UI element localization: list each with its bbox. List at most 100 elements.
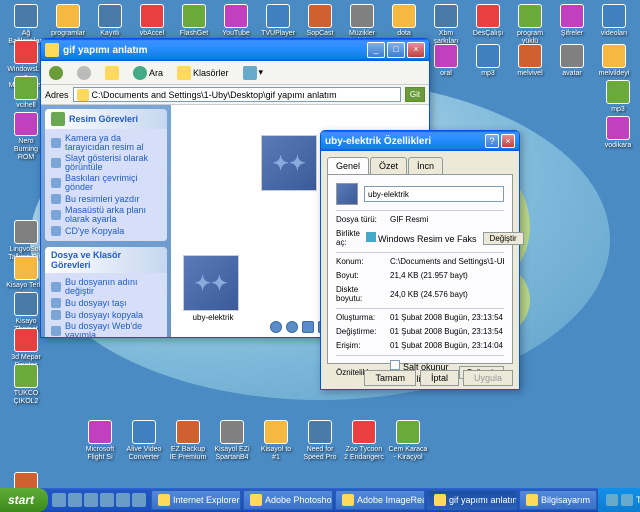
desktop-icon[interactable]: Alive Video Converter [124,420,164,462]
minimize-button[interactable]: _ [367,42,385,58]
taskbar-item[interactable]: Internet Explorer alt kul... [151,490,241,510]
icon-label: programlar [48,30,88,38]
close-button[interactable]: × [407,42,425,58]
taskbar-item[interactable]: Bilgisayarım [519,490,597,510]
tray-icon[interactable] [621,494,633,506]
task-link[interactable]: Bu dosyayı Web'de yayımla [51,321,161,337]
panel-header[interactable]: Resim Görevleri [45,109,167,129]
icon-label: SopCast [300,30,340,38]
desktop-icon[interactable]: TUKCO ÇIKOL2 [6,364,46,406]
desktop-icon[interactable]: Need for Speed Pro [300,420,340,462]
cancel-button[interactable]: İptal [420,370,459,386]
task-link[interactable]: Bu resimleri yazdır [51,193,161,205]
folders-button[interactable]: Klasörler [173,64,233,82]
icon-label: Zoo Tycoon 2 Endangerc [344,446,384,462]
desktop-icon[interactable]: TVUPlayer [258,4,298,38]
ql-icon[interactable] [68,493,82,507]
file-item[interactable]: ✦✦ uby-elektrik [183,255,243,322]
ql-icon[interactable] [84,493,98,507]
task-link[interactable]: Kamera ya da tarayıcıdan resim al [51,133,161,153]
ok-button[interactable]: Tamam [364,370,416,386]
value: C:\Documents and Settings\1-Uby\Desktop\… [390,257,504,266]
desktop-icon[interactable]: EZ Backup IE Premium [168,420,208,462]
ql-icon[interactable] [52,493,66,507]
task-icon [51,226,61,236]
app-icon [606,116,630,140]
desktop-icon[interactable]: oral [426,44,466,78]
desktop-icon[interactable]: program yüklü [510,4,550,46]
help-button[interactable]: ? [485,134,499,148]
filename-input[interactable] [364,186,504,202]
go-button[interactable]: Git [405,87,425,102]
desktop-icon[interactable]: avatar [552,44,592,78]
quick-launch [48,493,150,507]
task-link[interactable]: Slayt gösterisi olarak görüntüle [51,153,161,173]
address-input[interactable]: C:\Documents and Settings\1-Uby\Desktop\… [73,87,401,102]
back-button[interactable] [45,64,67,82]
forward-button[interactable] [73,64,95,82]
rotate-ccw-button[interactable] [302,321,314,333]
close-button[interactable]: × [501,134,515,148]
tab-icon[interactable]: İncn [408,157,443,174]
task-icon [51,210,61,220]
search-button[interactable]: Ara [129,64,167,82]
desktop-icon[interactable]: Xbm şarkıları [426,4,466,46]
system-tray[interactable]: TR 23:14 [598,488,640,512]
start-button[interactable]: start [0,488,48,512]
desktop-icon[interactable]: melvivel [510,44,550,78]
ql-icon[interactable] [100,493,114,507]
change-button[interactable]: Değiştir [483,232,524,245]
desktop-icon[interactable]: vodikara [598,116,638,150]
tab-general[interactable]: Genel [327,157,369,174]
taskbar-item[interactable]: Adobe Photoshop [243,490,333,510]
tab-summary[interactable]: Özet [370,157,407,174]
apply-button[interactable]: Uygula [463,370,513,386]
desktop-icon[interactable]: Şifreler [552,4,592,38]
ql-icon[interactable] [116,493,130,507]
taskbar-item[interactable]: Adobe ImageReady [335,490,425,510]
desktop-icon[interactable]: FlashGet [174,4,214,38]
up-button[interactable] [101,64,123,82]
icon-label: Kisayol to #1 [256,446,296,462]
desktop-icon[interactable]: Microsoft Flight Si [80,420,120,462]
desktop-icon[interactable]: Kisayol EZi SpartanB4 [212,420,252,462]
app-icon [250,494,262,506]
app-icon [56,4,80,28]
language-indicator[interactable]: TR [636,495,640,505]
taskbar-item[interactable]: gif yapımı anlatım [427,490,517,510]
properties-titlebar[interactable]: uby-elektrik Özellikleri ? × [321,131,519,151]
task-link[interactable]: Bu dosyayı taşı [51,297,161,309]
desktop-icon[interactable]: Kisayol to #1 [256,420,296,462]
desktop-icon[interactable]: SopCast [300,4,340,38]
desktop-icon[interactable]: videoları [594,4,634,38]
label: Dosya türü: [336,215,384,224]
app-icon [352,420,376,444]
task-link[interactable]: Masaüstü arka planı olarak ayarla [51,205,161,225]
desktop-icon[interactable]: vbAccel [132,4,172,38]
prev-button[interactable] [270,321,282,333]
task-link[interactable]: Baskıları çevrimiçi gönder [51,173,161,193]
desktop-icon[interactable]: dota [384,4,424,38]
explorer-titlebar[interactable]: gif yapımı anlatım _ □ × [41,39,429,61]
readonly-checkbox[interactable] [390,360,400,370]
desktop-icon[interactable]: mp3 [598,80,638,114]
desktop-icon[interactable]: programlar [48,4,88,38]
explorer-sidebar: Resim Görevleri Kamera ya da tarayıcıdan… [41,105,171,337]
panel-header[interactable]: Dosya ve Klasör Görevleri [45,247,167,273]
task-link[interactable]: Bu dosyanın adını değiştir [51,277,161,297]
views-button[interactable]: ▾ [239,64,268,82]
task-link[interactable]: Bu dosyayı kopyala [51,309,161,321]
desktop-icon[interactable]: Cem Karaca - Kiraçyol [388,420,428,462]
desktop-icon[interactable]: Zoo Tycoon 2 Endangerc [344,420,384,462]
desktop-icon[interactable]: DesÇalışı [468,4,508,38]
desktop-icon[interactable]: melvildeyi [594,44,634,78]
task-link[interactable]: CD'ye Kopyala [51,225,161,237]
app-icon [606,80,630,104]
ql-icon[interactable] [132,493,146,507]
tray-icon[interactable] [606,494,618,506]
next-button[interactable] [286,321,298,333]
desktop-icon[interactable]: mp3 [468,44,508,78]
maximize-button[interactable]: □ [387,42,405,58]
value: GIF Resmi [390,215,504,224]
explorer-toolbar: Ara Klasörler ▾ [41,61,429,85]
